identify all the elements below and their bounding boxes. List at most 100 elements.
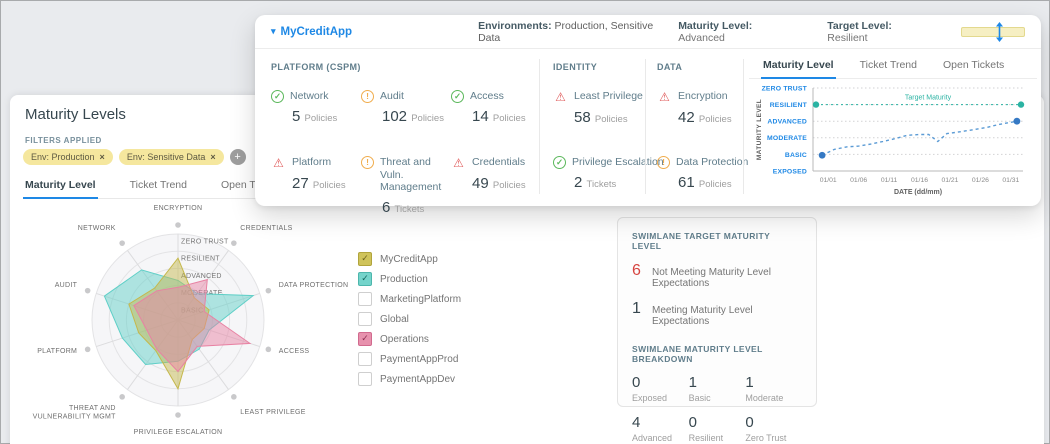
metric-encryption[interactable]: ⚠ Encryption 42 Policies	[657, 90, 748, 142]
legend-label: PaymentAppDev	[380, 373, 456, 385]
svg-text:THREAT ANDVULNERABILITY MGMT: THREAT AND VULNERABILITY MGMT	[33, 405, 116, 421]
alert-triangle-icon: ⚠	[273, 156, 284, 170]
svg-text:LEAST PRIVILEGE: LEAST PRIVILEGE	[240, 409, 305, 416]
target-level-text: Target Level: Resilient	[827, 19, 892, 44]
legend-item-paymentappprod[interactable]: PaymentAppProd	[358, 352, 461, 366]
metric-network[interactable]: ✓ Network 5 Policies	[271, 90, 361, 142]
legend-item-paymentappdev[interactable]: PaymentAppDev	[358, 372, 461, 386]
tab-ticket-trend[interactable]: Ticket Trend	[130, 179, 187, 191]
checkbox-icon[interactable]	[358, 372, 372, 386]
alert-triangle-icon: ⚠	[659, 90, 670, 104]
app-dropdown[interactable]: ▾ MyCreditApp	[271, 26, 352, 38]
check-circle-icon: ✓	[271, 90, 284, 103]
breakdown-resilient: 0 Resilient	[688, 414, 724, 443]
svg-text:Target Maturity: Target Maturity	[905, 95, 952, 102]
detail-panel-body: PLATFORM (CSPM) ✓ Network 5 Policies ! Aud…	[255, 49, 1041, 216]
section-divider	[743, 59, 744, 194]
checkbox-icon[interactable]: ✓	[358, 332, 372, 346]
legend-label: MarketingPlatform	[380, 293, 462, 305]
svg-text:PRIVILEGE ESCALATION: PRIVILEGE ESCALATION	[134, 429, 223, 436]
mycreditapp-detail-panel: ▾ MyCreditApp Environments: Production, …	[255, 15, 1041, 216]
svg-text:ADVANCED: ADVANCED	[767, 119, 807, 126]
metric-access[interactable]: ✓ Access 14 Policies	[451, 90, 533, 142]
detail-tabs: Maturity Level Ticket Trend Open Tickets	[749, 49, 1037, 79]
meeting-count: 1	[632, 300, 641, 317]
section-data: DATA ⚠ Encryption 42 Policies ! Data Prote…	[657, 62, 748, 208]
alert-triangle-icon: ⚠	[555, 90, 566, 104]
tab-open-tickets[interactable]: Open Tickets	[943, 59, 1004, 71]
legend-label: MyCreditApp	[380, 253, 438, 265]
svg-text:01/31: 01/31	[1002, 177, 1019, 184]
radar-chart: ENCRYPTION CREDENTIALS DATA PROTECTION ACCE…	[33, 205, 349, 436]
metric-least-privilege[interactable]: ⚠ Least Privilege 58 Policies	[553, 90, 664, 142]
add-filter-button[interactable]: +	[229, 149, 246, 165]
breakdown-zero-trust: 0 Zero Trust	[745, 414, 787, 443]
breakdown-moderate: 1 Moderate	[745, 374, 784, 403]
checkbox-icon[interactable]	[358, 292, 372, 306]
svg-text:MODERATE: MODERATE	[767, 135, 807, 142]
chevron-down-icon: ▾	[271, 26, 276, 36]
tab-ticket-trend[interactable]: Ticket Trend	[860, 59, 917, 71]
swimlane-summary-panel: SWIMLANE TARGET MATURITY LEVEL 6 Not Mee…	[617, 217, 817, 443]
svg-text:EXPOSED: EXPOSED	[773, 168, 807, 175]
metric-platform[interactable]: ⚠ Platform 27 Policies	[271, 156, 361, 208]
breakdown-advanced: 4 Advanced	[632, 414, 673, 443]
tab-maturity-level[interactable]: Maturity Level	[23, 179, 98, 199]
checkbox-icon[interactable]: ✓	[358, 272, 372, 286]
svg-text:01/26: 01/26	[972, 177, 989, 184]
checkbox-icon[interactable]	[358, 312, 372, 326]
svg-text:ACCESS: ACCESS	[279, 348, 310, 355]
svg-text:DATE (dd/mm): DATE (dd/mm)	[894, 189, 942, 196]
svg-text:01/16: 01/16	[911, 177, 928, 184]
svg-text:RESILIENT: RESILIENT	[770, 102, 808, 109]
metric-data-protection[interactable]: ! Data Protection 61 Policies	[657, 156, 748, 208]
maturity-dashboard: Maturity Levels FILTERS APPLIED Env: Pro…	[0, 0, 1050, 444]
legend-item-production[interactable]: ✓ Production	[358, 272, 461, 286]
not-meeting-count: 6	[632, 262, 641, 279]
section-divider	[539, 59, 540, 194]
svg-text:BASIC: BASIC	[785, 152, 807, 159]
legend-label: Operations	[380, 333, 429, 345]
legend-label: Production	[380, 273, 428, 285]
swimlane-breakdown-grid: 0 Exposed 1 Basic 1 Moderate 4 Advanced 0 Res…	[632, 374, 802, 443]
metric-audit[interactable]: ! Audit 102 Policies	[361, 90, 451, 142]
slider-handle[interactable]	[995, 21, 1004, 42]
alert-triangle-icon: ⚠	[453, 156, 464, 170]
section-platform-cspm: PLATFORM (CSPM) ✓ Network 5 Policies ! Aud…	[271, 62, 535, 216]
legend-label: PaymentAppProd	[380, 353, 459, 365]
legend-item-global[interactable]: Global	[358, 312, 461, 326]
legend-item-operations[interactable]: ✓ Operations	[358, 332, 461, 346]
svg-text:PLATFORM: PLATFORM	[37, 348, 77, 355]
breakdown-exposed: 0 Exposed	[632, 374, 668, 403]
section-identity: IDENTITY ⚠ Least Privilege 58 Policies ✓ P…	[553, 62, 664, 208]
section-trend-chart: Maturity Level Ticket Trend Open Tickets…	[749, 49, 1037, 206]
filters-applied-label: FILTERS APPLIED	[25, 136, 102, 145]
svg-text:01/11: 01/11	[881, 177, 898, 184]
svg-text:CREDENTIALS: CREDENTIALS	[240, 225, 292, 232]
page-title: Maturity Levels	[25, 106, 126, 123]
metric-credentials[interactable]: ⚠ Credentials 49 Policies	[451, 156, 533, 208]
remove-filter-icon[interactable]: ×	[210, 152, 215, 162]
svg-text:ZERO TRUST: ZERO TRUST	[762, 85, 808, 92]
environments-text: Environments: Production, Sensitive Data	[478, 19, 654, 44]
filter-chip-production[interactable]: Env: Production ×	[23, 149, 113, 165]
tab-maturity-level[interactable]: Maturity Level	[761, 59, 836, 79]
alert-circle-icon: !	[361, 90, 374, 103]
svg-text:ZERO TRUST: ZERO TRUST	[181, 239, 229, 246]
alert-circle-icon: !	[361, 156, 374, 169]
section-divider	[645, 59, 646, 194]
metric-threat-vuln-management[interactable]: ! Threat and Vuln. Management 6 Tickets	[361, 156, 451, 216]
check-circle-icon: ✓	[553, 156, 566, 169]
svg-text:DATA PROTECTION: DATA PROTECTION	[279, 282, 349, 289]
remove-filter-icon[interactable]: ×	[100, 152, 105, 162]
metric-privilege-escalation[interactable]: ✓ Privilege Escalation 2 Tickets	[553, 156, 664, 208]
legend-item-mycreditapp[interactable]: ✓ MyCreditApp	[358, 252, 461, 266]
filter-chip-sensitive-data[interactable]: Env: Sensitive Data ×	[118, 149, 224, 165]
svg-text:ADVANCED: ADVANCED	[181, 273, 222, 280]
checkbox-icon[interactable]	[358, 352, 372, 366]
check-circle-icon: ✓	[451, 90, 464, 103]
checkbox-icon[interactable]: ✓	[358, 252, 372, 266]
legend-item-marketingplatform[interactable]: MarketingPlatform	[358, 292, 461, 306]
target-level-slider[interactable]	[961, 21, 1025, 42]
app-name: MyCreditApp	[280, 25, 353, 38]
